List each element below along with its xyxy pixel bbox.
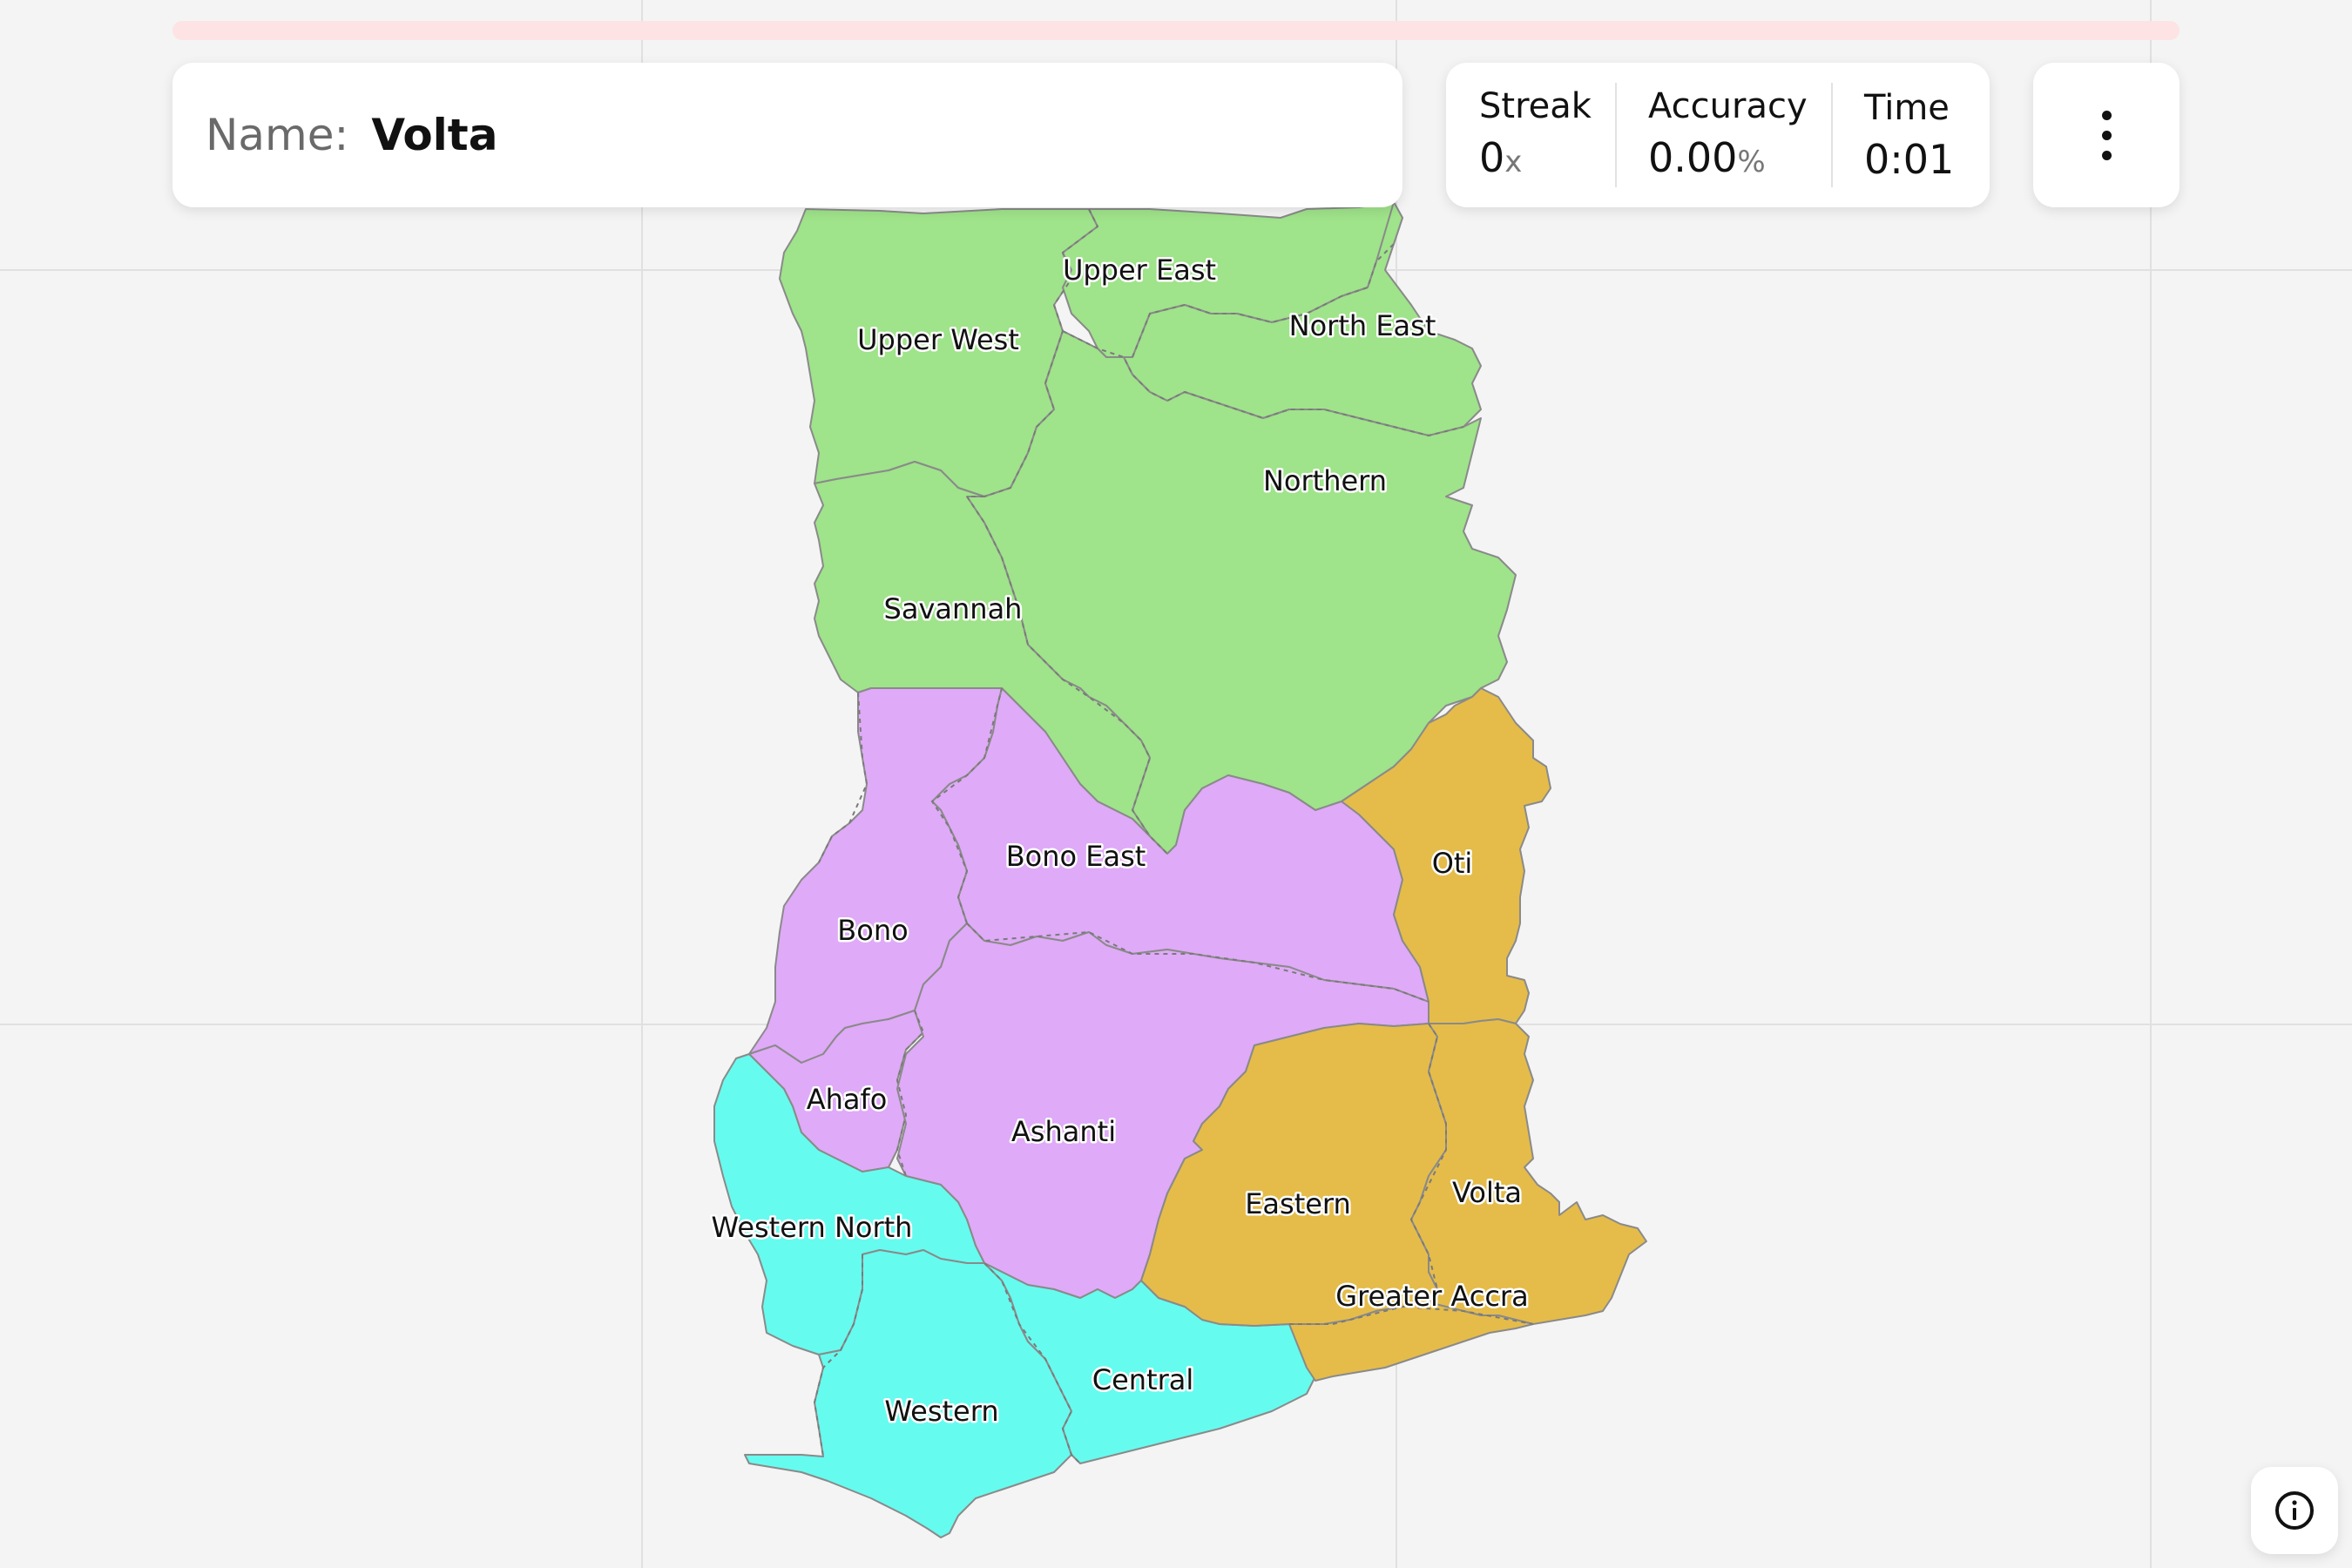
streak-value-line: 0x bbox=[1479, 131, 1594, 189]
more-vertical-icon bbox=[2101, 110, 2112, 160]
prompt-value: Volta bbox=[371, 110, 498, 160]
label-western-north[interactable]: Western North bbox=[709, 1209, 915, 1247]
streak-stat: Streak 0x bbox=[1479, 83, 1594, 187]
label-greater-accra[interactable]: Greater Accra bbox=[1334, 1278, 1531, 1315]
label-western[interactable]: Western bbox=[882, 1393, 1001, 1430]
label-ashanti[interactable]: Ashanti bbox=[1009, 1113, 1118, 1151]
accuracy-value-line: 0.00% bbox=[1648, 131, 1831, 189]
label-northern[interactable]: Northern bbox=[1260, 463, 1389, 500]
stats-divider bbox=[1831, 83, 1833, 187]
label-upper-west[interactable]: Upper West bbox=[855, 321, 1022, 359]
time-value: 0:01 bbox=[1864, 136, 1955, 183]
ghana-map[interactable]: Upper West Upper East North East Norther… bbox=[0, 0, 2352, 1568]
prompt-card: Name: Volta bbox=[172, 63, 1402, 207]
label-eastern[interactable]: Eastern bbox=[1243, 1186, 1354, 1223]
prompt-label: Name: bbox=[206, 110, 349, 160]
streak-value: 0 bbox=[1479, 133, 1505, 181]
label-bono[interactable]: Bono bbox=[835, 912, 910, 950]
accuracy-unit: % bbox=[1737, 144, 1766, 179]
region-volta[interactable] bbox=[1410, 1018, 1647, 1325]
accuracy-stat: Accuracy 0.00% bbox=[1648, 83, 1831, 187]
info-icon bbox=[2275, 1491, 2314, 1530]
label-upper-east[interactable]: Upper East bbox=[1060, 252, 1218, 289]
more-options-button[interactable] bbox=[2033, 63, 2180, 207]
streak-label: Streak bbox=[1479, 85, 1592, 126]
time-label: Time bbox=[1864, 88, 1950, 128]
streak-unit: x bbox=[1504, 144, 1523, 179]
progress-bar bbox=[172, 21, 2180, 40]
label-central[interactable]: Central bbox=[1090, 1362, 1196, 1399]
label-volta[interactable]: Volta bbox=[1450, 1174, 1524, 1212]
time-stat: Time 0:01 bbox=[1864, 83, 1960, 187]
stats-card: Streak 0x Accuracy 0.00% Time 0:01 bbox=[1446, 63, 1990, 207]
accuracy-label: Accuracy bbox=[1648, 85, 1808, 126]
label-ahafo[interactable]: Ahafo bbox=[804, 1081, 889, 1119]
label-savannah[interactable]: Savannah bbox=[882, 591, 1024, 628]
label-oti[interactable]: Oti bbox=[1429, 845, 1475, 882]
stats-divider bbox=[1615, 83, 1617, 187]
label-bono-east[interactable]: Bono East bbox=[1004, 838, 1148, 875]
accuracy-value: 0.00 bbox=[1648, 133, 1738, 181]
info-button[interactable] bbox=[2251, 1467, 2338, 1554]
label-north-east[interactable]: North East bbox=[1287, 308, 1438, 345]
